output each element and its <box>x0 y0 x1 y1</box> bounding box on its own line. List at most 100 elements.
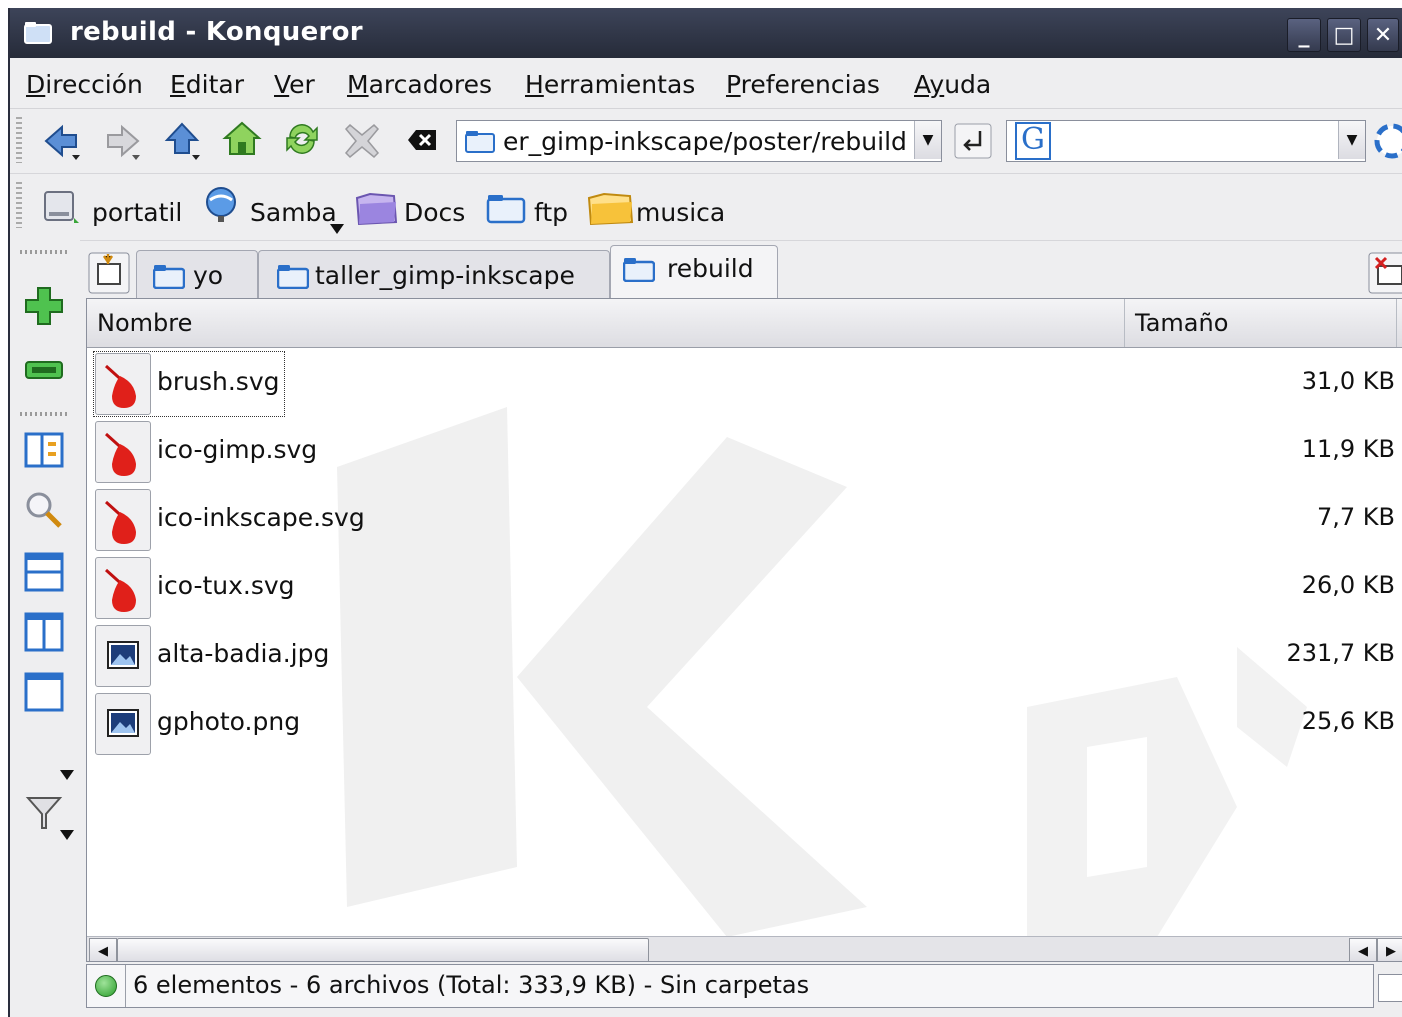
maximize-button[interactable]: □ <box>1327 18 1361 52</box>
file-size: 11,9 KB <box>1301 435 1395 463</box>
status-bar: 6 elementos - 6 archivos (Total: 333,9 K… <box>86 964 1374 1008</box>
close-tab-icon[interactable] <box>1368 252 1402 294</box>
single-view-icon[interactable] <box>24 672 64 712</box>
home-icon[interactable] <box>222 119 262 159</box>
bookmark-samba[interactable]: Samba <box>250 198 337 227</box>
svg-file-icon <box>95 557 151 619</box>
column-tamano[interactable]: Tamaño <box>1125 299 1397 347</box>
file-row-ico-inkscape[interactable]: ico-inkscape.svg 7,7 KB <box>87 485 1402 553</box>
bookmark-docs[interactable]: Docs <box>404 198 465 227</box>
close-button[interactable]: ✕ <box>1367 18 1399 52</box>
tab-yo[interactable]: yo <box>136 250 258 299</box>
folder-icon <box>277 265 309 289</box>
network-icon <box>206 187 236 222</box>
svg-file-icon <box>95 353 151 415</box>
location-combobox[interactable]: er_gimp-inkscape/poster/rebuild ▼ <box>456 120 942 162</box>
status-text: 6 elementos - 6 archivos (Total: 333,9 K… <box>133 971 810 999</box>
file-size: 231,7 KB <box>1286 639 1395 667</box>
status-checkbox[interactable] <box>1378 974 1402 1002</box>
bookmark-musica[interactable]: musica <box>636 198 725 227</box>
folder-icon <box>623 258 655 282</box>
tab-taller-gimp-inkscape[interactable]: taller_gimp-inkscape <box>258 250 610 299</box>
menu-editar[interactable]: Editar <box>170 70 244 99</box>
svg-file-icon <box>95 489 151 551</box>
column-nombre[interactable]: Nombre <box>87 299 1125 347</box>
minimize-button[interactable]: _ <box>1287 18 1321 52</box>
bookmark-portatil[interactable]: portatil <box>92 198 182 227</box>
scrollbar-thumb[interactable] <box>117 938 649 961</box>
menu-ver[interactable]: Ver <box>274 70 315 99</box>
file-row-ico-tux[interactable]: ico-tux.svg 26,0 KB <box>87 553 1402 621</box>
new-tab-icon[interactable] <box>88 252 130 294</box>
scroll-right-button[interactable]: ▶ <box>1377 938 1402 961</box>
split-vertical-icon[interactable] <box>24 612 64 652</box>
folder-yellow-icon <box>587 192 634 226</box>
tab-rebuild[interactable]: rebuild <box>610 245 778 300</box>
drive-icon <box>44 191 79 223</box>
google-search-icon[interactable]: G <box>1015 122 1051 160</box>
stop-icon[interactable] <box>342 121 382 161</box>
file-name: brush.svg <box>157 367 280 396</box>
chevron-down-icon[interactable] <box>60 770 74 780</box>
file-name: ico-inkscape.svg <box>157 503 365 532</box>
bookmark-ftp[interactable]: ftp <box>534 198 568 227</box>
file-name: gphoto.png <box>157 707 301 736</box>
tab-label: yo <box>193 261 224 290</box>
column-header: Nombre Tamaño <box>87 299 1402 348</box>
horizontal-scrollbar[interactable]: ◀ ◀ ▶ <box>87 936 1402 961</box>
main-toolbar: er_gimp-inkscape/poster/rebuild ▼ G ▼ <box>10 109 1402 174</box>
menu-preferencias[interactable]: Preferencias <box>726 70 880 99</box>
menu-marcadores[interactable]: Marcadores <box>347 70 492 99</box>
file-name: alta-badia.jpg <box>157 639 330 668</box>
menu-ayuda[interactable]: Ayuda <box>914 70 991 99</box>
folder-icon <box>465 131 495 153</box>
search-combobox[interactable]: G ▼ <box>1006 120 1366 162</box>
file-row-brush[interactable]: brush.svg 31,0 KB <box>87 349 1402 417</box>
image-file-icon <box>95 693 151 755</box>
split-horizontal-icon[interactable] <box>24 552 64 592</box>
go-icon[interactable] <box>954 123 992 159</box>
menu-herramientas[interactable]: Herramientas <box>525 70 695 99</box>
file-row-alta-badia[interactable]: alta-badia.jpg 231,7 KB <box>87 621 1402 689</box>
search-icon[interactable] <box>24 490 64 530</box>
title-bar[interactable]: rebuild - Konqueror _ □ ✕ <box>10 8 1402 58</box>
sidebar-handle[interactable] <box>20 412 70 416</box>
toolbar-handle[interactable] <box>16 117 22 163</box>
image-file-icon <box>95 625 151 687</box>
clear-location-icon[interactable] <box>406 125 438 155</box>
window-title: rebuild - Konqueror <box>70 17 363 47</box>
forward-icon[interactable] <box>102 121 142 161</box>
file-row-gphoto[interactable]: gphoto.png 25,6 KB <box>87 689 1402 757</box>
left-sidebar <box>10 240 80 1017</box>
filter-icon[interactable] <box>24 792 64 832</box>
folder-purple-icon <box>355 192 398 226</box>
svg-file-icon <box>95 421 151 483</box>
reload-icon[interactable] <box>282 119 322 159</box>
chevron-down-icon[interactable] <box>330 224 344 234</box>
tab-bar: yo taller_gimp-inkscape rebuild <box>82 240 1402 300</box>
toolbar-handle[interactable] <box>16 182 22 228</box>
status-led-icon <box>95 975 117 997</box>
tree-view-icon[interactable] <box>24 430 64 470</box>
file-size: 31,0 KB <box>1301 367 1395 395</box>
scroll-left-button[interactable]: ◀ <box>89 938 117 961</box>
menu-direccion[interactable]: Dirección <box>26 70 143 99</box>
chevron-down-icon[interactable]: ▼ <box>914 121 941 159</box>
file-list-view[interactable]: Nombre Tamaño brush.svg 31,0 KB ico-gimp… <box>86 298 1402 962</box>
location-text[interactable]: er_gimp-inkscape/poster/rebuild <box>503 127 907 156</box>
menu-bar: Dirección Editar Ver Marcadores Herramie… <box>10 58 1402 109</box>
tab-label: taller_gimp-inkscape <box>315 261 575 290</box>
file-size: 7,7 KB <box>1317 503 1395 531</box>
chevron-down-icon[interactable]: ▼ <box>1338 121 1365 159</box>
file-row-ico-gimp[interactable]: ico-gimp.svg 11,9 KB <box>87 417 1402 485</box>
tab-label: rebuild <box>667 254 754 283</box>
chevron-down-icon[interactable] <box>60 830 74 840</box>
sidebar-handle[interactable] <box>20 250 70 254</box>
remove-icon[interactable] <box>24 350 64 390</box>
up-icon[interactable] <box>162 121 202 161</box>
back-icon[interactable] <box>42 121 82 161</box>
file-size: 25,6 KB <box>1301 707 1395 735</box>
scroll-left-button[interactable]: ◀ <box>1349 938 1377 961</box>
add-icon[interactable] <box>24 286 64 326</box>
folder-icon <box>486 195 526 224</box>
